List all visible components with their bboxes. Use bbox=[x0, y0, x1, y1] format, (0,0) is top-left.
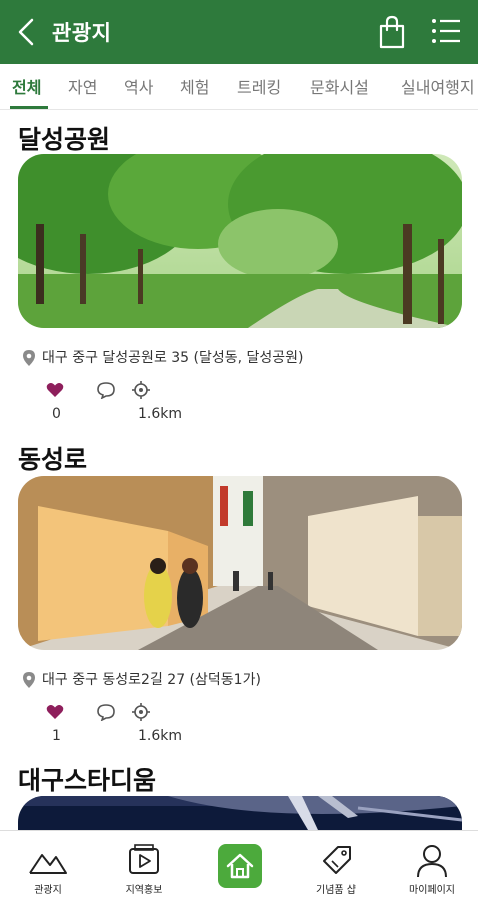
address-text: 대구 중구 동성로2길 27 (삼덕동1가) bbox=[42, 672, 261, 688]
place-title[interactable]: 대구스타디움 bbox=[18, 761, 156, 797]
distance-info: 1.6km bbox=[132, 700, 182, 744]
address-text: 대구 중구 달성공원로 35 (달성동, 달성공원) bbox=[42, 350, 304, 366]
place-photo[interactable] bbox=[18, 476, 462, 650]
nav-home[interactable] bbox=[192, 831, 288, 900]
list-menu-icon[interactable] bbox=[430, 16, 462, 46]
place-address: 대구 중구 달성공원로 35 (달성동, 달성공원) bbox=[22, 347, 304, 369]
nav-my-page[interactable]: 마이페이지 bbox=[384, 831, 478, 900]
heart-icon bbox=[46, 383, 64, 397]
active-tab-indicator bbox=[10, 106, 48, 109]
tab-experience[interactable]: 체험 bbox=[180, 74, 209, 98]
distance-info: 1.6km bbox=[132, 378, 182, 422]
comment-button[interactable] bbox=[96, 378, 116, 402]
location-pin-icon bbox=[23, 672, 35, 688]
category-tabs: 전체 자연 역사 체험 트레킹 문화시설 실내여행지 bbox=[0, 64, 478, 110]
tab-culture-facility[interactable]: 문화시설 bbox=[310, 74, 369, 98]
tab-all[interactable]: 전체 bbox=[12, 74, 41, 98]
mountain-icon bbox=[29, 854, 67, 874]
comment-icon bbox=[97, 704, 115, 722]
bottom-navigation: 관광지 지역홍보 기념품 샵 마이페이지 bbox=[0, 830, 478, 900]
tab-indoor[interactable]: 실내여행지 bbox=[401, 74, 475, 98]
place-title[interactable]: 달성공원 bbox=[18, 120, 110, 156]
heart-icon bbox=[46, 705, 64, 719]
nav-label: 지역홍보 bbox=[125, 885, 163, 896]
app-header: 관광지 bbox=[0, 0, 478, 64]
chevron-left-icon[interactable] bbox=[12, 14, 42, 50]
target-icon bbox=[132, 381, 150, 399]
place-photo[interactable] bbox=[18, 796, 462, 830]
home-button[interactable] bbox=[218, 844, 262, 888]
nav-regional-promo[interactable]: 지역홍보 bbox=[96, 831, 192, 900]
like-count[interactable]: 1 bbox=[46, 700, 64, 744]
page-title: 관광지 bbox=[52, 21, 112, 45]
place-photo[interactable] bbox=[18, 154, 462, 328]
nav-souvenir-shop[interactable]: 기념품 샵 bbox=[288, 831, 384, 900]
nav-tourist-spots[interactable]: 관광지 bbox=[0, 831, 96, 900]
shopping-bag-icon[interactable] bbox=[376, 14, 408, 50]
nav-label: 마이페이지 bbox=[409, 885, 455, 896]
user-icon bbox=[417, 845, 447, 878]
target-icon bbox=[132, 703, 150, 721]
tab-nature[interactable]: 자연 bbox=[68, 74, 97, 98]
like-count[interactable]: 0 bbox=[46, 378, 64, 422]
tag-icon bbox=[323, 846, 351, 874]
tab-history[interactable]: 역사 bbox=[124, 74, 153, 98]
video-play-icon bbox=[129, 844, 159, 874]
location-pin-icon bbox=[23, 350, 35, 366]
place-address: 대구 중구 동성로2길 27 (삼덕동1가) bbox=[22, 669, 261, 691]
nav-label: 기념품 샵 bbox=[316, 885, 356, 896]
place-list[interactable]: 달성공원 대구 중구 달성공원로 35 (달성동, 달성공원) 0 1.6km … bbox=[0, 110, 478, 830]
nav-label: 관광지 bbox=[34, 885, 62, 896]
home-icon bbox=[226, 853, 254, 879]
comment-icon bbox=[97, 382, 115, 400]
place-title[interactable]: 동성로 bbox=[18, 440, 87, 476]
comment-button[interactable] bbox=[96, 700, 116, 724]
tab-trekking[interactable]: 트레킹 bbox=[237, 74, 281, 98]
